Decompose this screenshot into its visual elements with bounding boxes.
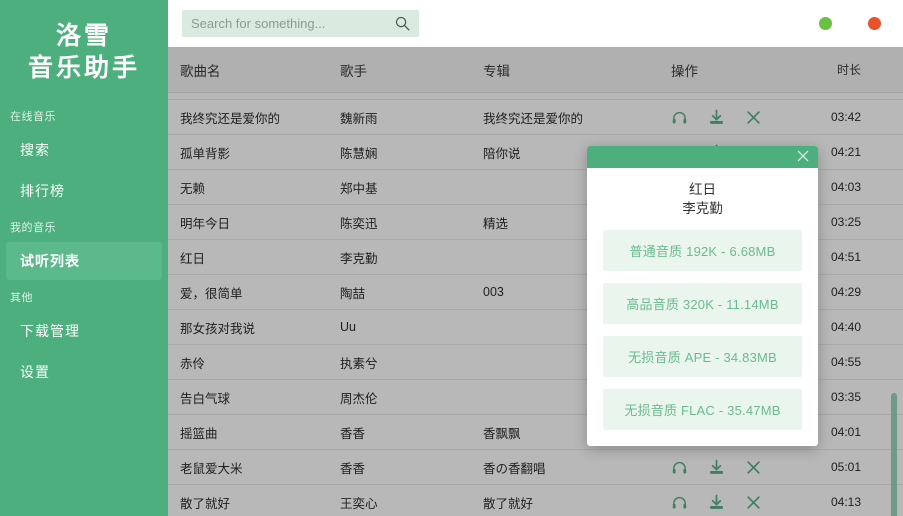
dialog-song-artist: 李克勤 <box>603 199 802 218</box>
app-window: 洛雪 音乐助手 在线音乐 搜索 排行榜 我的音乐 试听列表 其他 下载管理 设置 <box>0 0 903 516</box>
sidebar-item-search[interactable]: 搜索 <box>6 131 162 169</box>
window-controls <box>819 0 881 47</box>
cell-duration: 04:13 <box>788 495 903 509</box>
quality-option-normal[interactable]: 普通音质 192K - 6.68MB <box>603 230 802 271</box>
top-bar <box>168 0 903 47</box>
cell-artist: 香香 <box>340 458 483 477</box>
download-quality-dialog: 红日 李克勤 普通音质 192K - 6.68MB 高品音质 320K - 11… <box>587 146 818 446</box>
cell-actions <box>668 494 788 511</box>
headphone-icon[interactable] <box>671 109 688 126</box>
cell-album: 我终究还是爱你的 <box>483 108 668 127</box>
dialog-song-title: 红日 <box>689 182 716 197</box>
app-logo: 洛雪 音乐助手 <box>0 14 168 102</box>
cell-duration: 05:01 <box>788 460 903 474</box>
nav-group-my-music: 我的音乐 试听列表 <box>0 213 168 280</box>
sidebar-item-playlist[interactable]: 试听列表 <box>6 242 162 280</box>
nav-group-label-other: 其他 <box>0 283 168 309</box>
column-header-duration: 时长 <box>788 61 903 78</box>
dialog-song-info: 红日 李克勤 <box>603 180 802 230</box>
scrollbar-thumb[interactable] <box>891 393 897 516</box>
table-row[interactable]: 老鼠爱大米香香香の香翻唱 05:01 <box>168 450 903 485</box>
cell-album: 散了就好 <box>483 493 668 512</box>
quality-option-ape[interactable]: 无损音质 APE - 34.83MB <box>603 336 802 377</box>
dialog-title-bar <box>587 146 818 168</box>
sidebar: 洛雪 音乐助手 在线音乐 搜索 排行榜 我的音乐 试听列表 其他 下载管理 设置 <box>0 0 168 516</box>
download-icon[interactable] <box>708 109 725 126</box>
close-icon[interactable] <box>795 148 811 164</box>
cell-artist: 陈慧娴 <box>340 143 483 162</box>
minimize-button[interactable] <box>819 17 832 30</box>
cell-title: 爱，很简单 <box>168 283 340 302</box>
table-row-partial <box>168 93 903 100</box>
dialog-body: 红日 李克勤 普通音质 192K - 6.68MB 高品音质 320K - 11… <box>587 168 818 446</box>
column-header-title: 歌曲名 <box>168 60 340 80</box>
nav-group-label-my-music: 我的音乐 <box>0 213 168 239</box>
remove-icon[interactable] <box>745 459 762 476</box>
cell-duration: 03:42 <box>788 110 903 124</box>
quality-option-high[interactable]: 高品音质 320K - 11.14MB <box>603 283 802 324</box>
cell-actions <box>668 109 788 126</box>
cell-title: 老鼠爱大米 <box>168 458 340 477</box>
column-header-album: 专辑 <box>483 60 668 80</box>
cell-title: 摇篮曲 <box>168 423 340 442</box>
cell-title: 那女孩对我说 <box>168 318 340 337</box>
column-header-actions: 操作 <box>668 60 788 80</box>
nav-group-label-online: 在线音乐 <box>0 102 168 128</box>
download-icon[interactable] <box>708 459 725 476</box>
table-header: 歌曲名 歌手 专辑 操作 时长 <box>168 47 903 93</box>
search-input[interactable] <box>182 10 419 37</box>
cell-title: 赤伶 <box>168 353 340 372</box>
cell-artist: Uu <box>340 320 483 334</box>
headphone-icon[interactable] <box>671 459 688 476</box>
cell-album: 香の香翻唱 <box>483 458 668 477</box>
cell-title: 我终究还是爱你的 <box>168 108 340 127</box>
cell-actions <box>668 459 788 476</box>
close-button[interactable] <box>868 17 881 30</box>
remove-icon[interactable] <box>745 109 762 126</box>
cell-artist: 执素兮 <box>340 353 483 372</box>
cell-artist: 陈奕迅 <box>340 213 483 232</box>
cell-title: 散了就好 <box>168 493 340 512</box>
headphone-icon[interactable] <box>671 494 688 511</box>
cell-artist: 周杰伦 <box>340 388 483 407</box>
cell-artist: 魏新雨 <box>340 108 483 127</box>
cell-artist: 郑中基 <box>340 178 483 197</box>
nav-group-other: 其他 下载管理 设置 <box>0 283 168 391</box>
remove-icon[interactable] <box>745 494 762 511</box>
main-content: 歌曲名 歌手 专辑 操作 时长 我终究还是爱你的魏新雨我终究还是爱你的 03:42… <box>168 0 903 516</box>
table-row[interactable]: 散了就好王奕心散了就好 04:13 <box>168 485 903 516</box>
brand-line-1: 洛雪 <box>0 20 168 52</box>
brand-line-2: 音乐助手 <box>0 52 168 84</box>
search-box[interactable] <box>182 10 419 37</box>
cell-artist: 陶喆 <box>340 283 483 302</box>
cell-artist: 李克勤 <box>340 248 483 267</box>
sidebar-item-settings[interactable]: 设置 <box>6 353 162 391</box>
download-icon[interactable] <box>708 494 725 511</box>
table-row[interactable]: 我终究还是爱你的魏新雨我终究还是爱你的 03:42 <box>168 100 903 135</box>
sidebar-item-ranking[interactable]: 排行榜 <box>6 172 162 210</box>
cell-artist: 香香 <box>340 423 483 442</box>
scrollbar-track[interactable] <box>894 93 900 516</box>
cell-title: 无赖 <box>168 178 340 197</box>
cell-title: 明年今日 <box>168 213 340 232</box>
cell-title: 红日 <box>168 248 340 267</box>
sidebar-item-download-manager[interactable]: 下载管理 <box>6 312 162 350</box>
cell-title: 孤单背影 <box>168 143 340 162</box>
cell-artist: 王奕心 <box>340 493 483 512</box>
quality-option-flac[interactable]: 无损音质 FLAC - 35.47MB <box>603 389 802 430</box>
cell-title: 告白气球 <box>168 388 340 407</box>
column-header-artist: 歌手 <box>340 60 483 80</box>
nav-group-online-music: 在线音乐 搜索 排行榜 <box>0 102 168 210</box>
